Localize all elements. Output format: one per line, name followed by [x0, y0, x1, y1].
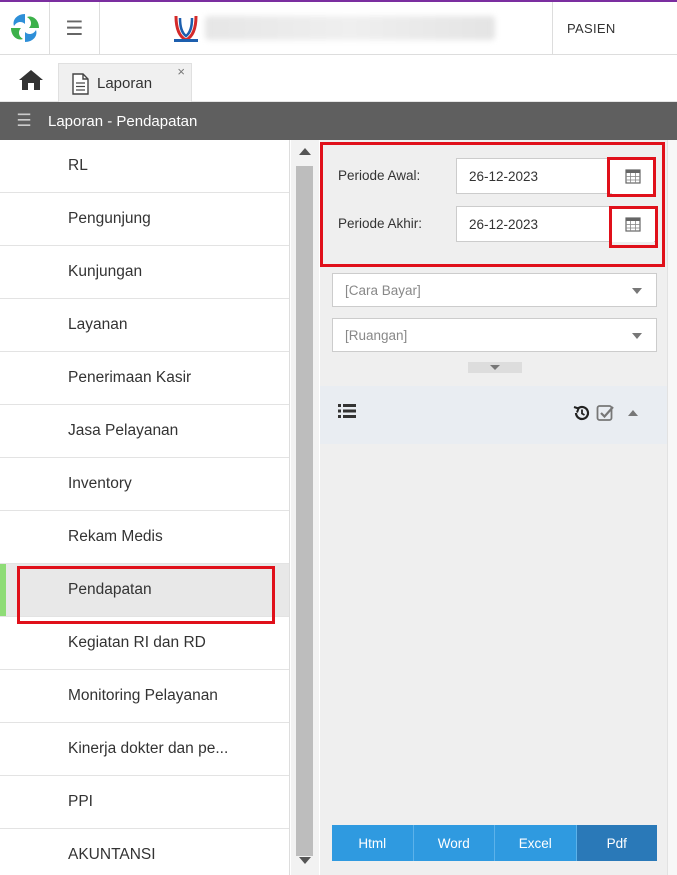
scroll-thumb[interactable] — [296, 166, 313, 856]
tab-row: Laporan × — [0, 55, 677, 103]
sidebar-item-kegiatan-ri-rd[interactable]: Kegiatan RI dan RD — [0, 617, 289, 670]
sidebar-item-penerimaan-kasir[interactable]: Penerimaan Kasir — [0, 352, 289, 405]
app-logo[interactable] — [0, 2, 50, 54]
sidebar-item-label: RL — [68, 157, 88, 174]
export-word-button[interactable]: Word — [413, 825, 495, 861]
sidebar-item-label: Penerimaan Kasir — [68, 369, 192, 386]
hospital-logo — [168, 10, 204, 46]
sidebar-item-jasa-pelayanan[interactable]: Jasa Pelayanan — [0, 405, 289, 458]
ruangan-select[interactable]: [Ruangan] — [332, 318, 657, 352]
filter-panel: Periode Awal: 26-12-2023 Periode Akhir: … — [320, 140, 677, 875]
report-sidebar: RL Pengunjung Kunjungan Layanan Penerima… — [0, 140, 290, 875]
highlight-pendapatan — [17, 566, 275, 624]
ruangan-placeholder: [Ruangan] — [345, 327, 408, 343]
scroll-down-arrow-icon[interactable] — [299, 857, 311, 864]
history-icon[interactable] — [572, 403, 592, 423]
hamburger-icon: ☰ — [65, 17, 84, 40]
list-icon[interactable] — [338, 404, 356, 418]
report-toolbar — [320, 386, 667, 444]
hamburger-icon[interactable]: ☰ — [0, 111, 48, 131]
sidebar-item-kinerja-dokter[interactable]: Kinerja dokter dan pe... — [0, 723, 289, 776]
sidebar-item-label: Rekam Medis — [68, 528, 163, 545]
user-menu[interactable]: PASIEN — [552, 2, 677, 54]
sidebar-item-rl[interactable]: RL — [0, 140, 289, 193]
tab-label: Laporan — [97, 75, 153, 92]
cara-bayar-select[interactable]: [Cara Bayar] — [332, 273, 657, 307]
export-excel-button[interactable]: Excel — [495, 825, 577, 861]
sidebar-item-label: Monitoring Pelayanan — [68, 687, 218, 704]
highlight-calendar-akhir — [609, 206, 658, 248]
sidebar-item-akuntansi[interactable]: AKUNTANSI — [0, 829, 289, 875]
sidebar-item-layanan[interactable]: Layanan — [0, 299, 289, 352]
tab-laporan[interactable]: Laporan × — [58, 63, 192, 103]
user-menu-label: PASIEN — [567, 20, 616, 36]
sidebar-item-ppi[interactable]: PPI — [0, 776, 289, 829]
chevron-down-icon — [490, 365, 500, 370]
sidebar-scrollbar[interactable] — [291, 140, 319, 875]
export-buttons: Html Word Excel Pdf — [332, 825, 657, 861]
hospital-name-redacted — [205, 16, 495, 40]
export-pdf-button[interactable]: Pdf — [576, 825, 657, 861]
sidebar-item-label: AKUNTANSI — [68, 846, 156, 863]
panel-edge — [667, 140, 677, 875]
hospital-logo-icon — [174, 15, 198, 42]
tab-close-icon[interactable]: × — [177, 64, 185, 79]
home-icon — [19, 70, 43, 90]
sidebar-item-rekam-medis[interactable]: Rekam Medis — [0, 511, 289, 564]
chevron-down-icon — [632, 288, 642, 294]
expand-filters-handle[interactable] — [468, 362, 522, 373]
sidebar-item-pengunjung[interactable]: Pengunjung — [0, 193, 289, 246]
top-bar: ☰ PASIEN — [0, 0, 677, 55]
sidebar-item-kunjungan[interactable]: Kunjungan — [0, 246, 289, 299]
sidebar-item-monitoring-pelayanan[interactable]: Monitoring Pelayanan — [0, 670, 289, 723]
check-square-icon[interactable] — [596, 403, 616, 423]
sidebar-item-label: Pengunjung — [68, 210, 151, 227]
chevron-down-icon — [632, 333, 642, 339]
page-title: Laporan - Pendapatan — [48, 112, 198, 130]
highlight-calendar-awal — [607, 157, 656, 197]
cara-bayar-placeholder: [Cara Bayar] — [345, 282, 421, 298]
sidebar-item-label: Jasa Pelayanan — [68, 422, 179, 439]
sidebar-item-label: Kegiatan RI dan RD — [68, 634, 206, 651]
sidebar-item-label: Kunjungan — [68, 263, 143, 280]
sidebar-item-label: Kinerja dokter dan pe... — [68, 740, 229, 757]
app-logo-icon — [8, 12, 41, 44]
menu-toggle-button[interactable]: ☰ — [50, 2, 100, 54]
export-html-button[interactable]: Html — [332, 825, 414, 861]
sidebar-item-label: Inventory — [68, 475, 132, 492]
sidebar-item-label: PPI — [68, 793, 93, 810]
scroll-up-arrow-icon[interactable] — [299, 148, 311, 155]
sidebar-item-inventory[interactable]: Inventory — [0, 458, 289, 511]
sidebar-item-label: Layanan — [68, 316, 128, 333]
home-button[interactable] — [14, 65, 48, 95]
collapse-caret-icon[interactable] — [628, 410, 638, 416]
document-icon — [72, 72, 89, 95]
page-title-bar: ☰ Laporan - Pendapatan — [0, 102, 677, 140]
